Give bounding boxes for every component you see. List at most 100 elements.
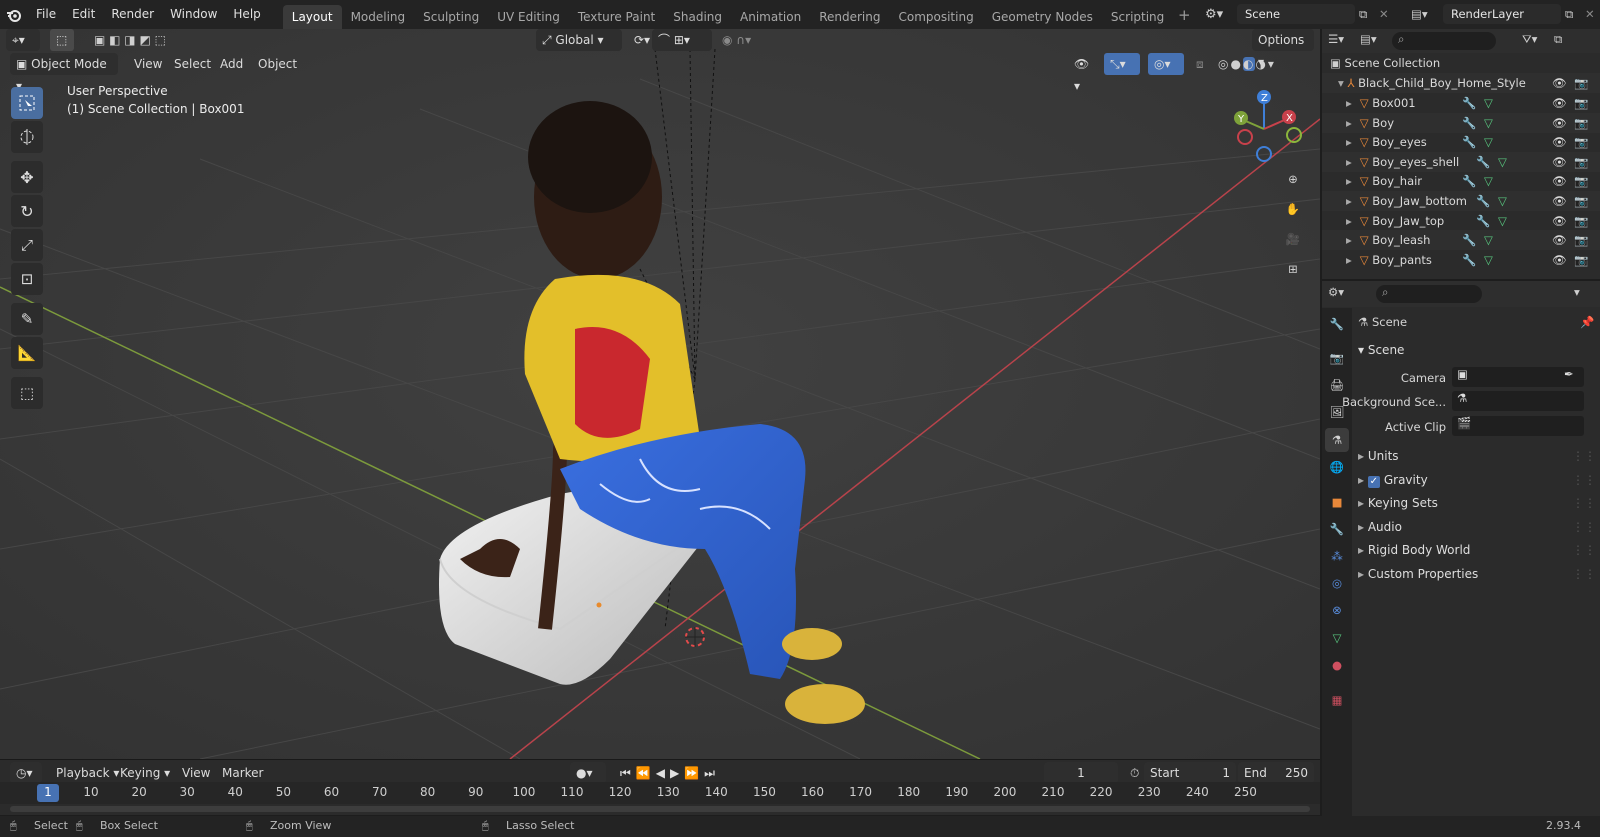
- auto-keying-icon[interactable]: ●▾: [570, 762, 606, 784]
- tab-layout[interactable]: Layout: [282, 4, 342, 29]
- constraints-tab-icon[interactable]: ⊗: [1325, 598, 1349, 622]
- tab-geometry-nodes[interactable]: Geometry Nodes: [983, 5, 1102, 29]
- tool-annotate[interactable]: ✎: [11, 303, 43, 335]
- render-camera-icon[interactable]: 📷: [1574, 93, 1588, 113]
- selection-mode-icons[interactable]: ▣ ◧ ◨ ◩ ⬚: [88, 29, 184, 51]
- outliner-row-scene-collection[interactable]: ▣ Scene Collection: [1322, 53, 1600, 73]
- blender-logo-icon[interactable]: [0, 8, 28, 22]
- mesh-data-icon[interactable]: ▽: [1484, 230, 1493, 250]
- expand-arrow-icon[interactable]: ▸: [1322, 155, 1352, 169]
- viewport-menu-select[interactable]: Select: [168, 53, 217, 75]
- panel-gravity-header[interactable]: ▸ ✓ Gravity ⋮⋮: [1358, 469, 1596, 491]
- visibility-eye-icon[interactable]: 👁: [1552, 152, 1567, 172]
- visibility-eye-icon[interactable]: 👁: [1552, 171, 1567, 191]
- tab-shading[interactable]: Shading: [664, 5, 731, 29]
- modifier-wrench-icon[interactable]: 🔧: [1476, 152, 1490, 172]
- viewport-menu-object[interactable]: Object: [252, 53, 303, 75]
- expand-arrow-icon[interactable]: ▸: [1322, 194, 1352, 208]
- tool-move[interactable]: ✥: [11, 161, 43, 193]
- outliner-row-object[interactable]: ▸ ▽ Boy_pants 🔧 ▽ 👁 📷: [1322, 250, 1600, 270]
- visibility-eye-icon[interactable]: 👁: [1552, 191, 1567, 211]
- transform-orientation-dropdown[interactable]: ⤢ Global ▾: [536, 29, 622, 51]
- visibility-eye-icon[interactable]: 👁: [1552, 73, 1567, 93]
- tab-rendering[interactable]: Rendering: [810, 5, 889, 29]
- panel-keying-sets-header[interactable]: ▸ Keying Sets ⋮⋮: [1358, 492, 1596, 514]
- data-tab-icon[interactable]: ▽: [1325, 626, 1349, 650]
- modifier-wrench-icon[interactable]: 🔧: [1462, 171, 1476, 191]
- outliner-row-collection[interactable]: ▾ ⅄ Black_Child_Boy_Home_Style 👁 📷: [1322, 73, 1600, 93]
- menu-window[interactable]: Window: [162, 0, 225, 29]
- tab-compositing[interactable]: Compositing: [889, 5, 982, 29]
- shading-mode-icons[interactable]: ◎●◐◑▾: [1212, 53, 1304, 75]
- drag-handle-icon[interactable]: ⋮⋮: [1572, 445, 1596, 467]
- camera-view-icon[interactable]: 🎥: [1280, 226, 1306, 252]
- gizmo-toggle-icon[interactable]: ⤡▾: [1104, 53, 1140, 75]
- timeline-menu-keying[interactable]: Keying ▾: [114, 762, 176, 784]
- editor-type-button[interactable]: ⌖▾: [6, 29, 40, 51]
- panel-audio-header[interactable]: ▸ Audio ⋮⋮: [1358, 516, 1596, 538]
- mesh-data-icon[interactable]: ▽: [1498, 191, 1507, 211]
- world-tab-icon[interactable]: 🌐: [1325, 455, 1349, 479]
- mesh-data-icon[interactable]: ▽: [1498, 152, 1507, 172]
- panel-rigid-body-world-header[interactable]: ▸ Rigid Body World ⋮⋮: [1358, 539, 1596, 561]
- mesh-data-icon[interactable]: ▽: [1484, 113, 1493, 133]
- visibility-eye-icon[interactable]: 👁: [1552, 113, 1567, 133]
- render-camera-icon[interactable]: 📷: [1574, 171, 1588, 191]
- physics-tab-icon[interactable]: ◎: [1325, 571, 1349, 595]
- frame-ruler[interactable]: 1 10 20 30 40 50 60 70 80 90 100 110 120 130 140 150 160…: [0, 782, 1320, 804]
- visibility-eye-icon[interactable]: 👁: [1552, 132, 1567, 152]
- modifier-wrench-icon[interactable]: 🔧: [1476, 191, 1490, 211]
- tab-scripting[interactable]: Scripting: [1102, 5, 1173, 29]
- timeline-scrollbar[interactable]: [10, 806, 1310, 812]
- visibility-eye-icon[interactable]: 👁: [1552, 211, 1567, 231]
- tool-rotate[interactable]: ↻: [11, 195, 43, 227]
- modifier-wrench-icon[interactable]: 🔧: [1462, 250, 1476, 270]
- viewport-menu-view[interactable]: View: [128, 53, 168, 75]
- expand-arrow-icon[interactable]: ▸: [1322, 116, 1352, 130]
- expand-arrow-icon[interactable]: ▸: [1322, 174, 1352, 188]
- menu-render[interactable]: Render: [103, 0, 162, 29]
- render-camera-icon[interactable]: 📷: [1574, 211, 1588, 231]
- delete-scene-icon[interactable]: ✕: [1379, 7, 1393, 21]
- scene-tab-icon[interactable]: ⚗: [1325, 428, 1349, 452]
- tab-texture-paint[interactable]: Texture Paint: [569, 5, 664, 29]
- menu-file[interactable]: File: [28, 0, 64, 29]
- tab-uv-editing[interactable]: UV Editing: [488, 5, 569, 29]
- view-layer-field[interactable]: RenderLayer: [1443, 4, 1561, 24]
- mesh-data-icon[interactable]: ▽: [1498, 211, 1507, 231]
- pan-hand-icon[interactable]: ✋: [1280, 196, 1306, 222]
- new-view-layer-icon[interactable]: ⧉: [1565, 7, 1581, 22]
- properties-editor[interactable]: ⚙▾ ⌕ ▾ 🔧 📷 🖨 🖼 ⚗ 🌐 ■ 🔧 ⁂ ◎ ⊗ ▽ ● ▦ ⚗ Sce…: [1322, 281, 1600, 816]
- current-frame-field[interactable]: 1: [1044, 762, 1118, 784]
- outliner-row-object[interactable]: ▸ ▽ Boy_leash 🔧 ▽ 👁 📷: [1322, 230, 1600, 251]
- render-camera-icon[interactable]: 📷: [1574, 132, 1588, 152]
- snap-icon[interactable]: ⌒ ⊞▾: [652, 29, 712, 51]
- menu-help[interactable]: Help: [225, 0, 268, 29]
- properties-editor-type-icon[interactable]: ⚙▾: [1328, 285, 1344, 299]
- timeline-menu-marker[interactable]: Marker: [216, 762, 269, 784]
- viewport-menu-add[interactable]: Add: [214, 53, 249, 75]
- end-frame-field[interactable]: End 250: [1238, 762, 1314, 784]
- expand-arrow-icon[interactable]: ▸: [1322, 233, 1352, 247]
- tab-animation[interactable]: Animation: [731, 5, 810, 29]
- gravity-checkbox[interactable]: ✓: [1367, 475, 1380, 488]
- drag-handle-icon[interactable]: ⋮⋮: [1572, 469, 1596, 491]
- start-frame-field[interactable]: Start 1: [1144, 762, 1236, 784]
- properties-search-input[interactable]: ⌕: [1376, 285, 1482, 303]
- scene-name-field[interactable]: Scene: [1237, 4, 1355, 24]
- display-mode-icon[interactable]: ▤▾: [1360, 32, 1377, 46]
- panel-units-header[interactable]: ▸ Units ⋮⋮: [1358, 445, 1596, 467]
- texture-tab-icon[interactable]: ▦: [1325, 688, 1349, 712]
- tool-measure[interactable]: 📐: [11, 337, 43, 369]
- expand-arrow-icon[interactable]: ▸: [1322, 214, 1352, 228]
- expand-arrow-icon[interactable]: ▸: [1322, 135, 1352, 149]
- render-camera-icon[interactable]: 📷: [1574, 73, 1588, 93]
- object-tab-icon[interactable]: ■: [1325, 490, 1349, 514]
- outliner-row-object[interactable]: ▸ ▽ Boy_Jaw_top 🔧 ▽ 👁 📷: [1322, 211, 1600, 231]
- mode-dropdown[interactable]: ▣ Object Mode ▾: [10, 53, 118, 93]
- render-camera-icon[interactable]: 📷: [1574, 250, 1588, 270]
- modifier-wrench-icon[interactable]: 🔧: [1462, 132, 1476, 152]
- tool-transform[interactable]: ⊡: [11, 263, 43, 295]
- outliner-row-object[interactable]: ▸ ▽ Boy_eyes 🔧 ▽ 👁 📷: [1322, 132, 1600, 152]
- active-clip-field[interactable]: 🎬: [1452, 416, 1584, 436]
